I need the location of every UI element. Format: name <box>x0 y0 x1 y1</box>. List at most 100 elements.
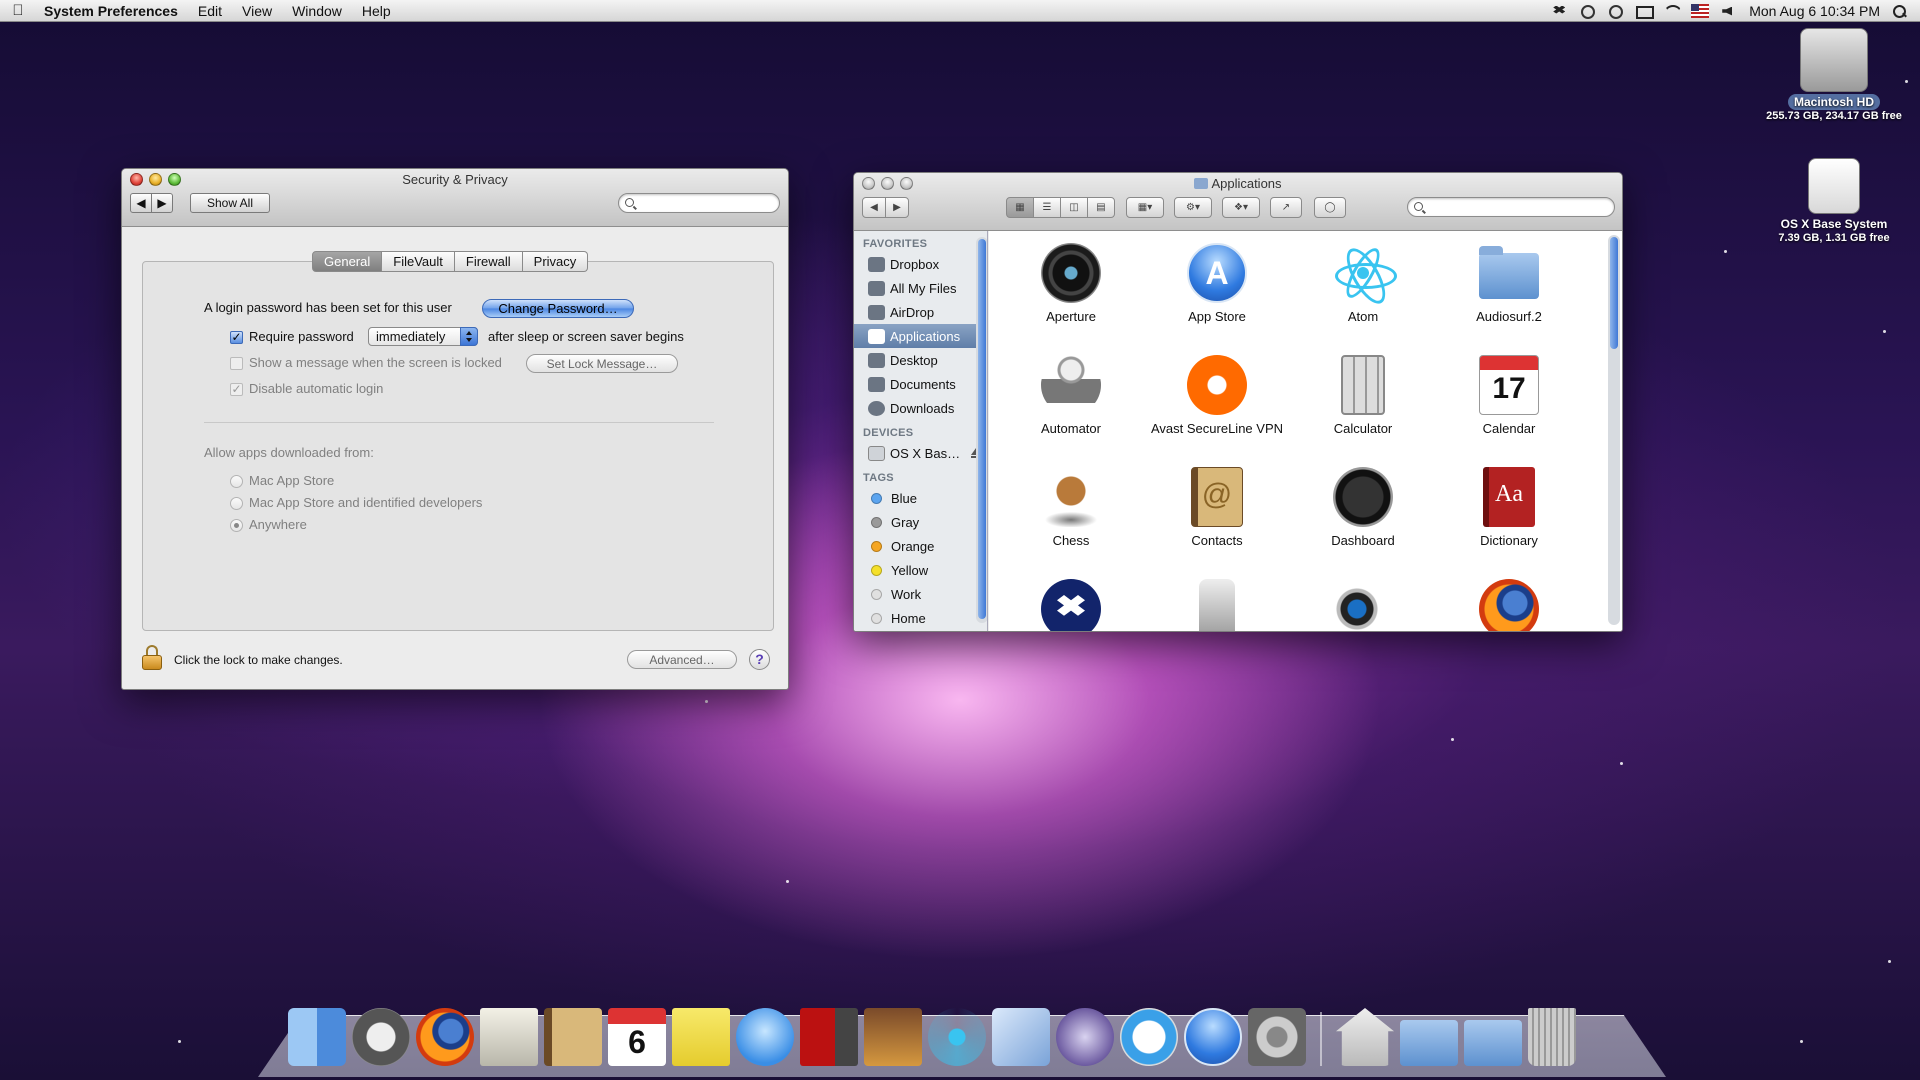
notes-icon[interactable] <box>672 1008 730 1066</box>
lock-icon[interactable] <box>142 645 162 671</box>
photo-booth-icon[interactable] <box>800 1008 858 1066</box>
show-message-checkbox[interactable] <box>230 357 243 370</box>
app-item[interactable]: Calculator <box>1293 347 1433 457</box>
app-item[interactable] <box>1439 571 1579 631</box>
menu-window[interactable]: Window <box>282 3 352 19</box>
disable-auto-login-checkbox[interactable]: ✓ <box>230 383 243 396</box>
menu-edit[interactable]: Edit <box>188 3 232 19</box>
sidebar-scroll-thumb[interactable] <box>978 239 986 619</box>
require-password-checkbox[interactable]: ✓ <box>230 331 243 344</box>
app-item[interactable]: Automator <box>1001 347 1141 457</box>
tab-filevault[interactable]: FileVault <box>382 251 455 272</box>
time-machine-icon[interactable] <box>1607 4 1624 19</box>
desktop-drive-macintosh-hd[interactable]: Macintosh HD 255.73 GB, 234.17 GB free <box>1764 28 1904 122</box>
sidebar-item-dropbox[interactable]: Dropbox <box>854 252 987 276</box>
sidebar-item-documents[interactable]: Documents <box>854 372 987 396</box>
sidebar-item-all-my-files[interactable]: All My Files <box>854 276 987 300</box>
finder-icon[interactable] <box>288 1008 346 1066</box>
apple-menu-icon[interactable]:  <box>0 2 36 19</box>
search-input[interactable] <box>1428 200 1608 214</box>
app-item[interactable] <box>1001 571 1141 631</box>
action-gear-icon[interactable]: ⚙▾ <box>1174 197 1212 218</box>
window-titlebar[interactable]: Security & Privacy ◀ ▶ Show All <box>122 169 788 227</box>
volume-icon[interactable] <box>1721 4 1737 18</box>
tab-privacy[interactable]: Privacy <box>522 251 589 272</box>
show-all-button[interactable]: Show All <box>190 193 270 213</box>
sidebar-item-desktop[interactable]: Desktop <box>854 348 987 372</box>
menu-help[interactable]: Help <box>352 3 401 19</box>
content-scroll-thumb[interactable] <box>1610 237 1618 349</box>
script-editor-icon[interactable] <box>1056 1008 1114 1066</box>
app-item[interactable]: Aperture <box>1001 235 1141 345</box>
sidebar-item-downloads[interactable]: Downloads <box>854 396 987 420</box>
app-item[interactable]: Dashboard <box>1293 459 1433 569</box>
forward-button[interactable]: ▶ <box>885 197 909 218</box>
search-field[interactable] <box>618 193 780 213</box>
set-lock-message-button[interactable]: Set Lock Message… <box>526 354 678 373</box>
search-input[interactable] <box>639 196 773 210</box>
app-item[interactable] <box>1147 571 1287 631</box>
sidebar-tag-yellow[interactable]: Yellow <box>854 558 987 582</box>
wifi-icon[interactable] <box>1663 4 1679 18</box>
itunes-icon[interactable] <box>1120 1008 1178 1066</box>
window-titlebar[interactable]: Applications ◀ ▶ ▦ ☰ ◫ ▤ ▦▾ ⚙▾ ❖▾ ↗ ◯ <box>854 173 1622 231</box>
messages-icon[interactable] <box>736 1008 794 1066</box>
tab-general[interactable]: General <box>312 251 383 272</box>
share-icon[interactable]: ↗ <box>1270 197 1302 218</box>
app-item[interactable]: Avast SecureLine VPN <box>1147 347 1287 457</box>
menu-view[interactable]: View <box>232 3 282 19</box>
atom-icon[interactable] <box>928 1008 986 1066</box>
app-item[interactable]: Contacts <box>1147 459 1287 569</box>
sidebar-scrollbar[interactable] <box>976 237 987 623</box>
app-item[interactable]: Audiosurf.2 <box>1439 235 1579 345</box>
launchpad-icon[interactable] <box>352 1008 410 1066</box>
arrange-button[interactable]: ▦▾ <box>1126 197 1164 218</box>
sidebar-tag-gray[interactable]: Gray <box>854 510 987 534</box>
list-view-button[interactable]: ☰ <box>1033 197 1061 218</box>
sidebar-item-os-x-base[interactable]: OS X Bas… <box>854 441 987 465</box>
app-item[interactable]: Chess <box>1001 459 1141 569</box>
require-password-popup[interactable]: immediately <box>368 327 478 346</box>
cover-flow-button[interactable]: ▤ <box>1087 197 1115 218</box>
dropbox-icon[interactable] <box>1551 4 1567 18</box>
tags-icon[interactable]: ◯ <box>1314 197 1346 218</box>
icon-view-button[interactable]: ▦ <box>1006 197 1034 218</box>
advanced-button[interactable]: Advanced… <box>627 650 737 669</box>
downloads-folder-icon[interactable] <box>1464 1020 1522 1066</box>
sidebar-tag-orange[interactable]: Orange <box>854 534 987 558</box>
app-item[interactable]: Atom <box>1293 235 1433 345</box>
app-item[interactable]: App Store <box>1147 235 1287 345</box>
calendar-icon[interactable]: 6 <box>608 1008 666 1066</box>
sidebar-item-applications[interactable]: Applications <box>854 324 987 348</box>
tab-firewall[interactable]: Firewall <box>454 251 523 272</box>
cube-app-icon[interactable] <box>992 1008 1050 1066</box>
app-item[interactable]: Calendar <box>1439 347 1579 457</box>
system-preferences-icon[interactable] <box>1248 1008 1306 1066</box>
content-scrollbar[interactable] <box>1608 235 1620 625</box>
radio-identified-developers[interactable] <box>230 497 243 510</box>
change-password-button[interactable]: Change Password… <box>482 299 634 318</box>
menu-app-name[interactable]: System Preferences <box>36 3 188 19</box>
app-store-icon[interactable] <box>1184 1008 1242 1066</box>
airplay-display-icon[interactable] <box>1635 4 1655 19</box>
sidebar-item-airdrop[interactable]: AirDrop <box>854 300 987 324</box>
column-view-button[interactable]: ◫ <box>1060 197 1088 218</box>
menu-clock[interactable]: Mon Aug 6 10:34 PM <box>1749 3 1880 19</box>
forward-button[interactable]: ▶ <box>151 193 173 213</box>
back-button[interactable]: ◀ <box>862 197 886 218</box>
back-button[interactable]: ◀ <box>130 193 152 213</box>
firefox-icon[interactable] <box>416 1008 474 1066</box>
iphoto-icon[interactable] <box>864 1008 922 1066</box>
sidebar-tag-work[interactable]: Work <box>854 582 987 606</box>
wireless-signal-icon[interactable] <box>1579 4 1596 19</box>
app-item[interactable] <box>1293 571 1433 631</box>
app-item[interactable]: Dictionary <box>1439 459 1579 569</box>
mail-icon[interactable] <box>480 1008 538 1066</box>
search-field[interactable] <box>1407 197 1615 217</box>
sidebar-tag-home[interactable]: Home <box>854 606 987 630</box>
applications-folder-icon[interactable] <box>1400 1020 1458 1066</box>
us-flag-input-icon[interactable] <box>1691 3 1710 18</box>
desktop-drive-os-x-base-system[interactable]: OS X Base System 7.39 GB, 1.31 GB free <box>1764 158 1904 244</box>
trash-icon[interactable] <box>1528 1008 1576 1066</box>
dropbox-toolbar-icon[interactable]: ❖▾ <box>1222 197 1260 218</box>
